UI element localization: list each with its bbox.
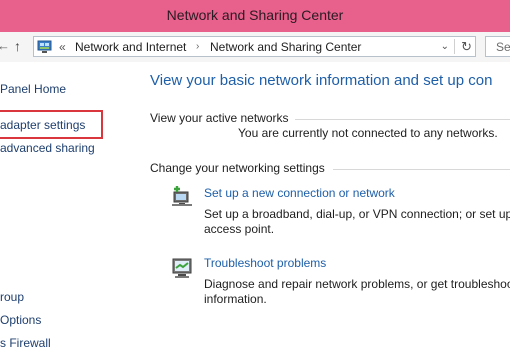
network-center-icon	[37, 40, 52, 53]
setup-connection-link[interactable]: Set up a new connection or network	[204, 186, 395, 201]
change-settings-label: Change your networking settings	[150, 161, 325, 175]
section-divider	[295, 119, 510, 120]
troubleshoot-icon	[172, 258, 192, 278]
window-title: Network and Sharing Center	[166, 7, 344, 23]
back-arrow-icon[interactable]: ←	[0, 38, 10, 54]
sidebar-item-change-adapter-settings[interactable]: adapter settings	[0, 118, 85, 133]
sidebar-item-homegroup[interactable]: roup	[0, 290, 24, 305]
active-networks-status: You are currently not connected to any n…	[238, 126, 498, 140]
sidebar-item-control-panel-home[interactable]: Panel Home	[0, 82, 66, 97]
breadcrumb-separator[interactable]: ›	[196, 39, 199, 55]
page-title: View your basic network information and …	[150, 72, 493, 89]
setup-connection-description: Set up a broadband, dial-up, or VPN conn…	[204, 207, 510, 221]
setup-connection-description-cont: access point.	[204, 222, 275, 236]
breadcrumb-overflow[interactable]: «	[59, 39, 66, 55]
up-arrow-icon[interactable]: ↑	[14, 38, 28, 54]
search-input[interactable]: Se	[485, 36, 510, 57]
troubleshoot-link[interactable]: Troubleshoot problems	[204, 256, 326, 271]
chevron-down-icon[interactable]: ⌄	[441, 39, 449, 55]
active-networks-label: View your active networks	[150, 111, 289, 125]
new-connection-icon	[172, 186, 192, 206]
navigation-bar: ← ↑ « Network and Internet › Network and…	[0, 32, 510, 62]
address-bar[interactable]: « Network and Internet › Network and Sha…	[33, 36, 476, 57]
sidebar-item-advanced-sharing[interactable]: advanced sharing	[0, 141, 95, 156]
breadcrumb-network-sharing-center[interactable]: Network and Sharing Center	[210, 39, 361, 55]
title-bar: Network and Sharing Center	[0, 0, 510, 32]
sidebar-item-internet-options[interactable]: Options	[0, 313, 41, 328]
troubleshoot-description-cont: information.	[204, 292, 267, 306]
search-placeholder: Se	[496, 40, 510, 54]
address-divider	[454, 39, 455, 54]
sidebar-item-windows-firewall[interactable]: s Firewall	[0, 336, 51, 351]
refresh-icon[interactable]: ↻	[461, 38, 472, 55]
section-divider	[333, 169, 510, 170]
breadcrumb-network-internet[interactable]: Network and Internet	[75, 39, 186, 55]
troubleshoot-description: Diagnose and repair network problems, or…	[204, 277, 510, 291]
